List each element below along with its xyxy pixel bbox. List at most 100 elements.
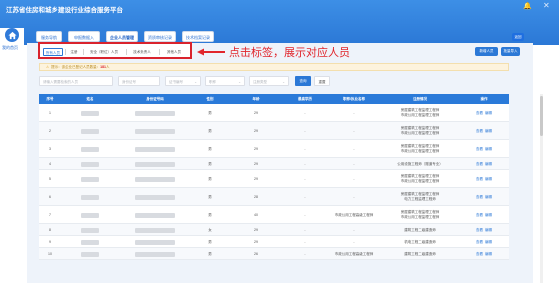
view-link[interactable]: 查看 <box>476 177 483 182</box>
view-link[interactable]: 查看 <box>476 228 483 233</box>
ptab-divider <box>126 49 127 55</box>
edit-link[interactable]: 编辑 <box>485 147 492 152</box>
ptab-tech-lead[interactable]: 技术负责人 <box>128 48 156 56</box>
edit-link[interactable]: 编辑 <box>485 228 492 233</box>
registration-item: 建筑工程二级建造师 <box>404 251 436 256</box>
tab-qualification[interactable]: 资质审核记录 <box>144 31 176 42</box>
annotation-text: 点击标签，展示对应人员 <box>229 47 350 59</box>
cell-title: - <box>353 146 355 151</box>
registration-item: 市政公用工程监理工程师 <box>400 149 440 153</box>
tab-archive[interactable]: 技术档案记录 <box>182 31 214 42</box>
register-type-select[interactable]: 注册类型 ⌄ <box>249 76 289 86</box>
home-label[interactable]: 我的首页 <box>2 45 18 51</box>
batch-import-button[interactable]: 批量导入 <box>501 47 520 56</box>
edit-link[interactable]: 编辑 <box>485 240 492 245</box>
view-link[interactable]: 查看 <box>476 162 483 167</box>
col-name: 姓名 <box>86 97 94 101</box>
cell-edu: - <box>304 212 306 217</box>
cell-title: - <box>353 128 355 133</box>
table-row: 8 女 29 - - 建筑工程二级建造师 查看 编辑 <box>39 224 509 236</box>
cell-edu: - <box>304 146 306 151</box>
view-link[interactable]: 查看 <box>476 129 483 134</box>
edit-link[interactable]: 编辑 <box>485 195 492 200</box>
tab-nav[interactable]: 服务导航 <box>36 31 62 42</box>
registration-item: 市政公用工程监理工程师 <box>400 179 440 183</box>
edit-link[interactable]: 编辑 <box>485 129 492 134</box>
cell-title: - <box>353 176 355 181</box>
title-select[interactable]: 职称 ⌄ <box>205 76 245 86</box>
cell-registration: 公用设施工程师（隧道专业） <box>381 158 459 170</box>
cell-age: 29 <box>254 239 258 244</box>
cell-operations: 查看 编辑 <box>459 122 509 140</box>
view-link[interactable]: 查看 <box>476 111 483 116</box>
cell-name-redacted <box>61 236 119 248</box>
cell-registration: 机电工程二级建造师 <box>381 236 459 248</box>
view-link[interactable]: 查看 <box>476 213 483 218</box>
cell-registration: 房屋建筑工程监理工程师 市政公用工程监理工程师 <box>381 104 459 122</box>
cell-operations: 查看 编辑 <box>459 170 509 188</box>
cell-registration: 建筑工程二级建造师 <box>381 248 459 260</box>
cell-registration: 房屋建筑工程监理工程师 市政公用工程监理工程师 <box>381 170 459 188</box>
table-row: 2 男 29- - 房屋建筑工程监理工程师 市政公用工程监理工程师 查看 编辑 <box>39 122 509 140</box>
edit-link[interactable]: 编辑 <box>485 177 492 182</box>
title-placeholder: 职称 <box>209 80 216 84</box>
cell-age: 29 <box>254 227 258 232</box>
registration-item: 市政公用工程监理工程师 <box>400 215 440 219</box>
cell-no: 4 <box>49 161 51 166</box>
cell-registration: 房屋建筑工程监理工程师 市政公用工程监理工程师 <box>381 206 459 224</box>
name-search-input[interactable]: 请输入需要检索的人员 <box>39 76 113 86</box>
ptab-other[interactable]: 其他人员 <box>161 48 187 56</box>
cell-edu: - <box>304 194 306 199</box>
cell-operations: 查看 编辑 <box>459 248 509 260</box>
cell-edu: - <box>304 176 306 181</box>
view-link[interactable]: 查看 <box>476 240 483 245</box>
edit-link[interactable]: 编辑 <box>485 111 492 116</box>
cell-no: 6 <box>49 194 51 199</box>
table-row: 6 男 28- - 房屋建筑工程监理工程师 电力工程监理工程师 查看 编辑 <box>39 188 509 206</box>
cell-id-redacted <box>119 248 191 260</box>
chevron-down-icon: ⌄ <box>194 80 197 84</box>
cell-no: 10 <box>48 251 52 256</box>
cell-name-redacted <box>61 122 119 140</box>
cert-search-input[interactable]: 证书编号 ⌄ <box>165 76 201 86</box>
cell-name-redacted <box>61 206 119 224</box>
edit-link[interactable]: 编辑 <box>485 213 492 218</box>
tab-personnel[interactable]: 企业人员管理 <box>106 31 138 42</box>
cell-edu: - <box>304 128 306 133</box>
ptab-divider <box>159 49 160 55</box>
view-link[interactable]: 查看 <box>476 195 483 200</box>
view-link[interactable]: 查看 <box>476 147 483 152</box>
cell-operations: 查看 编辑 <box>459 140 509 158</box>
cell-id-redacted <box>119 140 191 158</box>
return-button[interactable]: 返回 <box>512 33 524 41</box>
cell-age: 28 <box>254 194 258 199</box>
notification-icon[interactable]: 🔔 <box>523 2 532 10</box>
scrollbar-thumb[interactable] <box>540 96 543 136</box>
registration-item: 机电工程二级建造师 <box>404 239 436 244</box>
cell-registration: 房屋建筑工程监理工程师 市政公用工程监理工程师 <box>381 140 459 158</box>
cell-id-redacted <box>119 224 191 236</box>
home-icon[interactable] <box>5 28 19 42</box>
cell-operations: 查看 编辑 <box>459 188 509 206</box>
registration-item: 市政公用工程监理工程师 <box>400 113 440 117</box>
edit-link[interactable]: 编辑 <box>485 162 492 167</box>
table-row: 10 男 26 - 市政公用工程高级工程师 建筑工程二级建造师 查看 编辑 <box>39 248 509 260</box>
id-search-input[interactable]: 身份证号 <box>118 76 160 86</box>
edit-link[interactable]: 编辑 <box>485 252 492 257</box>
chevron-down-icon: ⌄ <box>238 80 241 84</box>
col-op: 操作 <box>480 97 488 101</box>
view-link[interactable]: 查看 <box>476 252 483 257</box>
cell-no: 5 <box>49 176 51 181</box>
ptab-safety[interactable]: 安全（职位）人员 <box>85 48 123 56</box>
query-button[interactable]: 查询 <box>295 76 311 86</box>
cell-gender: 男 <box>208 251 212 256</box>
tab-declare[interactable]: 申报数据入 <box>68 31 100 42</box>
cell-gender: 男 <box>208 176 212 181</box>
close-icon[interactable]: ✕ <box>543 1 550 10</box>
reset-button[interactable]: 重置 <box>314 76 330 86</box>
ptab-all[interactable]: 所有人员 <box>43 48 63 56</box>
col-no: 序号 <box>46 97 54 101</box>
ptab-divider <box>83 49 84 55</box>
add-person-button[interactable]: 新增人员 <box>475 47 498 56</box>
ptab-registered[interactable]: 注册 <box>67 48 81 56</box>
